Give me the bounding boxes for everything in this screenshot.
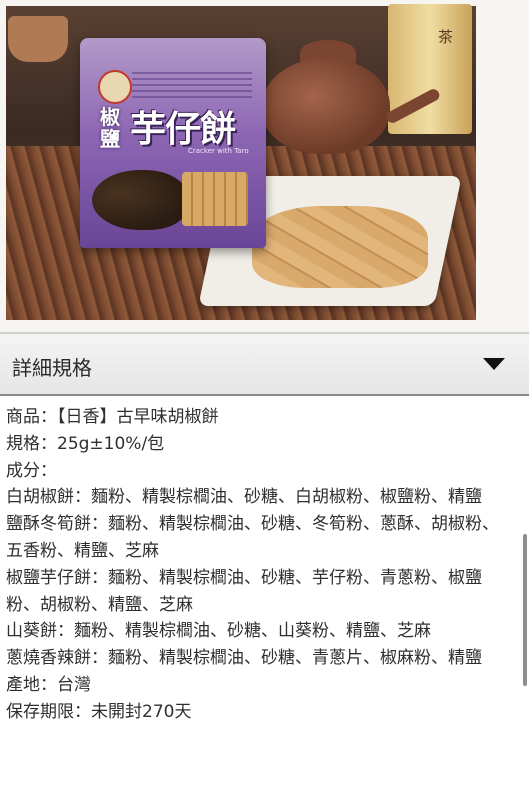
bag-fine-print	[132, 72, 252, 102]
detail-ingredient-item: 山葵餅：麵粉、精製棕櫚油、砂糖、山葵粉、精鹽、芝麻	[6, 621, 431, 642]
teapot	[262, 58, 390, 154]
cracker-pile	[252, 206, 428, 288]
bag-taro-image	[92, 170, 188, 230]
detail-ingredient-item: 蔥燒香辣餅：麵粉、精製棕櫚油、砂糖、青蔥片、椒麻粉、精鹽	[6, 648, 482, 669]
tea-cup	[8, 16, 68, 62]
bag-subtitle: Cracker with Taro	[188, 147, 249, 155]
detail-ingredient-item: 白胡椒餅：麵粉、精製棕櫚油、砂糖、白胡椒粉、椒鹽粉、精鹽	[6, 487, 482, 508]
caret-down-icon[interactable]	[483, 358, 505, 370]
bag-title-side: 椒鹽	[100, 105, 120, 151]
detail-shelf-life: 保存期限：未開封270天	[6, 701, 192, 722]
brand-logo-icon	[98, 70, 132, 104]
scrollbar[interactable]	[523, 534, 527, 686]
spec-details: 商品：【日香】古早味胡椒餅 規格：25g±10%/包 成分： 白胡椒餅：麵粉、精…	[6, 404, 514, 726]
detail-spec: 規格：25g±10%/包	[6, 433, 165, 454]
bag-cracker-image	[182, 172, 248, 226]
section-title: 詳細規格	[12, 356, 92, 380]
product-image-area: 茶 椒鹽 芋仔餅 Cracker with Taro	[0, 0, 529, 332]
tea-canister-label: 茶	[438, 28, 454, 46]
spec-section-header[interactable]: 詳細規格	[0, 334, 529, 396]
detail-ingredients-heading: 成分：	[6, 460, 57, 481]
detail-ingredient-item: 椒鹽芋仔餅：麵粉、精製棕櫚油、砂糖、芋仔粉、青蔥粉、椒鹽粉、胡椒粉、精鹽、芝麻	[6, 567, 482, 615]
detail-product: 商品：【日香】古早味胡椒餅	[6, 407, 219, 427]
bag-title: 芋仔餅	[130, 108, 236, 150]
detail-ingredient-item: 鹽酥冬筍餅：麵粉、精製棕櫚油、砂糖、冬筍粉、蔥酥、胡椒粉、五香粉、精鹽、芝麻	[6, 514, 499, 561]
detail-origin: 產地：台灣	[6, 674, 91, 695]
